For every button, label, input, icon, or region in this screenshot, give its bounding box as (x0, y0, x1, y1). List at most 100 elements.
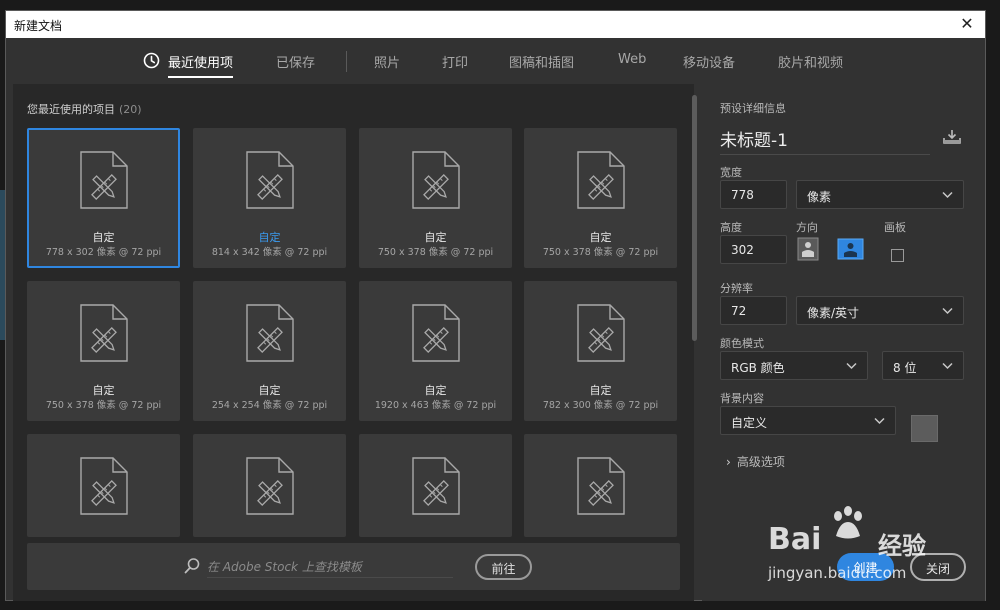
tab-print[interactable]: 打印 (442, 52, 468, 71)
portrait-icon[interactable] (797, 237, 819, 261)
advanced-options-label: 高级选项 (736, 455, 785, 469)
watermark-brand-right: 经验 (878, 532, 926, 560)
recent-count: (20) (119, 103, 142, 116)
recent-item-card[interactable] (193, 434, 346, 537)
width-unit-select[interactable]: 像素 (796, 180, 964, 209)
watermark-url: jingyan.baidu.com (768, 564, 907, 582)
chevron-down-icon (846, 362, 857, 370)
recent-item-dimensions: 750 x 378 像素 @ 72 ppi (45, 400, 162, 411)
baidu-watermark: Bai 经验 jingyan.baidu.com (768, 500, 958, 590)
document-icon (246, 151, 294, 209)
width-label: 宽度 (720, 166, 742, 179)
chevron-down-icon (942, 362, 953, 370)
recent-item-card[interactable]: 自定 750 x 378 像素 @ 72 ppi (27, 281, 180, 421)
chevron-down-icon (942, 191, 953, 199)
document-icon (80, 304, 128, 362)
recent-item-name: 自定 (92, 384, 115, 397)
recent-item-name: 自定 (589, 231, 612, 244)
artboard-checkbox[interactable] (891, 249, 904, 262)
title-bar: 新建文档 ✕ (6, 11, 985, 38)
color-mode-value: RGB 颜色 (731, 361, 785, 375)
background-select[interactable]: 自定义 (720, 406, 896, 435)
height-input[interactable]: 302 (720, 235, 787, 264)
document-icon (577, 151, 625, 209)
tab-photo[interactable]: 照片 (374, 52, 400, 71)
bit-depth-value: 8 位 (893, 361, 917, 375)
tab-recent-label: 最近使用项 (168, 56, 234, 71)
chevron-down-icon (942, 307, 953, 315)
recent-items-panel: 您最近使用的项目 (20) 自定 778 x 302 像素 @ 72 ppi 自定 81… (13, 84, 694, 601)
document-icon (577, 457, 625, 515)
recent-item-card[interactable] (359, 434, 512, 537)
tab-saved[interactable]: 已保存 (276, 52, 315, 71)
resolution-input[interactable]: 72 (720, 296, 787, 325)
advanced-options-toggle[interactable]: › 高级选项 (726, 453, 785, 470)
recent-item-name: 自定 (589, 384, 612, 397)
bit-depth-select[interactable]: 8 位 (882, 351, 964, 380)
resolution-label: 分辨率 (720, 282, 753, 295)
chevron-down-icon (874, 417, 885, 425)
width-unit-value: 像素 (807, 190, 832, 204)
recent-item-card[interactable] (524, 434, 677, 537)
watermark-brand-left: Bai (768, 522, 822, 557)
tab-recent[interactable]: 最近使用项 (168, 52, 234, 78)
document-icon (412, 151, 460, 209)
document-icon (577, 304, 625, 362)
recent-item-card[interactable]: 自定 750 x 378 像素 @ 72 ppi (359, 128, 512, 268)
document-icon (80, 151, 128, 209)
clock-icon (143, 52, 160, 69)
recent-item-dimensions: 750 x 378 像素 @ 72 ppi (377, 247, 494, 258)
close-icon[interactable]: ✕ (957, 14, 977, 33)
document-icon (246, 304, 294, 362)
background-value: 自定义 (731, 416, 768, 430)
artboard-label: 画板 (884, 221, 906, 234)
save-preset-icon[interactable] (942, 128, 962, 146)
recent-item-card[interactable]: 自定 254 x 254 像素 @ 72 ppi (193, 281, 346, 421)
search-icon (184, 558, 200, 574)
document-icon (412, 304, 460, 362)
landscape-icon[interactable] (837, 237, 864, 261)
width-input[interactable]: 778 (720, 180, 787, 209)
background-label: 背景内容 (720, 392, 764, 405)
category-tabs: 最近使用项 已保存 照片 打印 图稿和插图 Web 移动设备 胶片和视频 (6, 38, 985, 84)
recent-item-name: 自定 (258, 384, 281, 397)
recent-item-dimensions: 254 x 254 像素 @ 72 ppi (211, 400, 328, 411)
recent-item-name: 自定 (258, 231, 281, 244)
chevron-right-icon: › (726, 455, 731, 469)
resolution-unit-select[interactable]: 像素/英寸 (796, 296, 964, 325)
tab-web[interactable]: Web (618, 52, 646, 67)
stock-go-button[interactable]: 前往 (475, 554, 532, 580)
resolution-unit-value: 像素/英寸 (807, 306, 860, 320)
recent-item-name: 自定 (424, 231, 447, 244)
document-name-field[interactable]: 未标题-1 (720, 126, 930, 155)
grid-scrollbar[interactable] (692, 95, 697, 341)
recent-item-card[interactable]: 自定 782 x 300 像素 @ 72 ppi (524, 281, 677, 421)
background-color-swatch[interactable] (911, 415, 938, 442)
tab-divider (346, 51, 347, 72)
height-label: 高度 (720, 221, 742, 234)
document-icon (412, 457, 460, 515)
preset-details-heading: 预设详细信息 (720, 102, 786, 115)
orientation-label: 方向 (796, 221, 818, 234)
color-mode-select[interactable]: RGB 颜色 (720, 351, 868, 380)
recent-item-card[interactable]: 自定 814 x 342 像素 @ 72 ppi (193, 128, 346, 268)
color-mode-label: 颜色模式 (720, 337, 764, 350)
tab-mobile[interactable]: 移动设备 (683, 52, 735, 71)
recent-section-heading: 您最近使用的项目 (20) (27, 101, 142, 117)
document-icon (80, 457, 128, 515)
recent-item-dimensions: 1920 x 463 像素 @ 72 ppi (374, 400, 497, 411)
recent-item-dimensions: 750 x 378 像素 @ 72 ppi (542, 247, 659, 258)
paw-logo-icon (834, 506, 862, 539)
recent-item-dimensions: 778 x 302 像素 @ 72 ppi (45, 247, 162, 258)
tab-art-illustration[interactable]: 图稿和插图 (509, 52, 574, 71)
recent-item-name: 自定 (424, 384, 447, 397)
recent-item-card[interactable]: 自定 1920 x 463 像素 @ 72 ppi (359, 281, 512, 421)
active-tab-underline (168, 76, 234, 78)
tab-film-video[interactable]: 胶片和视频 (778, 52, 843, 71)
stock-search-input[interactable]: 在 Adobe Stock 上查找模板 (207, 554, 453, 578)
recent-item-card[interactable] (27, 434, 180, 537)
recent-item-dimensions: 782 x 300 像素 @ 72 ppi (542, 400, 659, 411)
recent-item-card[interactable]: 自定 778 x 302 像素 @ 72 ppi (27, 128, 180, 268)
recent-item-card[interactable]: 自定 750 x 378 像素 @ 72 ppi (524, 128, 677, 268)
recent-item-dimensions: 814 x 342 像素 @ 72 ppi (211, 247, 328, 258)
